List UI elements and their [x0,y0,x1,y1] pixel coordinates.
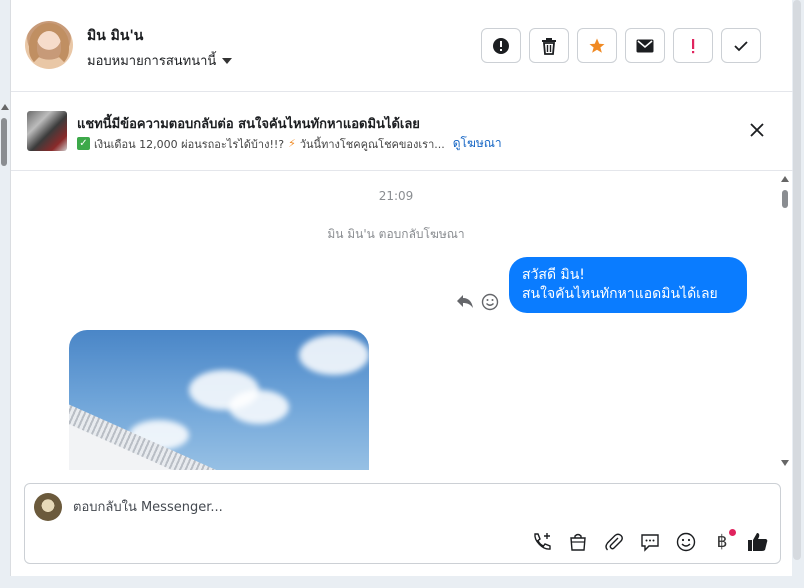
mark-spam-button[interactable] [481,28,521,63]
ad-title: แชทนี้มีข้อความตอบกลับต่อ สนใจคันไหนทักห… [77,117,420,132]
scrollbar-thumb[interactable] [1,118,7,166]
alert-icon [493,37,509,54]
message-timestamp: 21:09 [378,189,414,203]
incoming-photo[interactable] [69,330,369,470]
like-button[interactable] [746,530,770,554]
assign-conversation-dropdown[interactable]: มอบหมายการสนทนานี้ [87,50,233,71]
message-line-1: สวัสดี มิน! [522,267,585,283]
star-icon [589,38,605,53]
emoji-icon [676,532,696,552]
reply-input[interactable] [73,497,673,517]
call-add-icon [534,533,551,550]
close-icon [750,123,764,137]
message-composer: ฿ [24,483,781,564]
ad-subtitle: ✓ เงินเดือน 12,000 ผ่อนรถอะไรได้บ้าง!!? … [77,134,502,153]
message-thread[interactable]: 21:09 มิน มิน'น ตอบกลับโฆษณา สวัสดี มิน!… [11,171,781,470]
thumbs-up-icon [748,533,768,551]
check-icon [734,40,748,51]
conversation-panel: มิน มิน'น มอบหมายการสนทนานี้ แชทนี้มีข้อ… [10,0,793,576]
trash-icon [542,37,556,55]
mark-done-button[interactable] [721,28,761,63]
saved-replies-button[interactable] [638,530,662,554]
delete-button[interactable] [529,28,569,63]
scroll-down-arrow-icon[interactable] [781,460,789,466]
follow-up-button[interactable] [673,28,713,63]
emoji-button[interactable] [674,530,698,554]
page-scrollbar[interactable] [790,0,804,588]
scroll-up-arrow-icon[interactable] [1,104,9,110]
mark-unread-button[interactable] [625,28,665,63]
caret-down-icon [222,57,233,64]
composer-tools: ฿ [530,529,770,554]
payment-button[interactable]: ฿ [710,529,736,554]
ad-subtitle-part-a: เงินเดือน 12,000 ผ่อนรถอะไรได้บ้าง!!? [94,137,285,151]
close-ad-button[interactable] [747,120,767,140]
baht-icon: ฿ [716,532,728,552]
checkmark-icon: ✓ [77,137,90,150]
page-avatar [34,493,62,521]
reply-icon[interactable] [456,293,474,309]
ad-context-banner: แชทนี้มีข้อความตอบกลับต่อ สนใจคันไหนทักห… [11,92,793,171]
ad-subtitle-part-b: วันนี้ทางโชคคูณโชคของเรา... [299,137,445,151]
scrollbar-thumb[interactable] [782,190,788,208]
shop-button[interactable] [566,530,590,554]
star-button[interactable] [577,28,617,63]
exclamation-icon [692,38,695,53]
notification-dot [729,529,736,536]
conversation-header: มิน มิน'น มอบหมายการสนทนานี้ [11,0,793,92]
view-ad-link[interactable]: ดูโฆษณา [453,134,502,153]
header-actions [481,28,761,63]
ad-thumbnail[interactable] [27,111,67,151]
mail-icon [636,39,654,52]
outgoing-message-bubble[interactable]: สวัสดี มิน! สนใจคันไหนทักหาแอดมินได้เลย [509,257,747,313]
scrollbar-thumb[interactable] [793,0,801,560]
scroll-up-arrow-icon[interactable] [781,176,789,182]
paperclip-icon [605,533,623,551]
system-message: มิน มิน'น ตอบกลับโฆษณา [327,227,465,241]
attach-button[interactable] [602,530,626,554]
message-line-2: สนใจคันไหนทักหาแอดมินได้เลย [522,286,718,302]
assign-label: มอบหมายการสนทนานี้ [87,54,217,69]
call-button[interactable] [530,530,554,554]
contact-name[interactable]: มิน มิน'น [87,25,143,47]
lightning-icon: ⚡ [288,137,296,150]
thread-scrollbar[interactable] [780,176,790,466]
left-pane-scrollbar[interactable] [0,104,9,174]
chat-bubble-icon [641,534,659,552]
react-emoji-icon[interactable] [481,293,499,311]
shop-bag-icon [570,533,586,551]
avatar[interactable] [25,21,73,69]
